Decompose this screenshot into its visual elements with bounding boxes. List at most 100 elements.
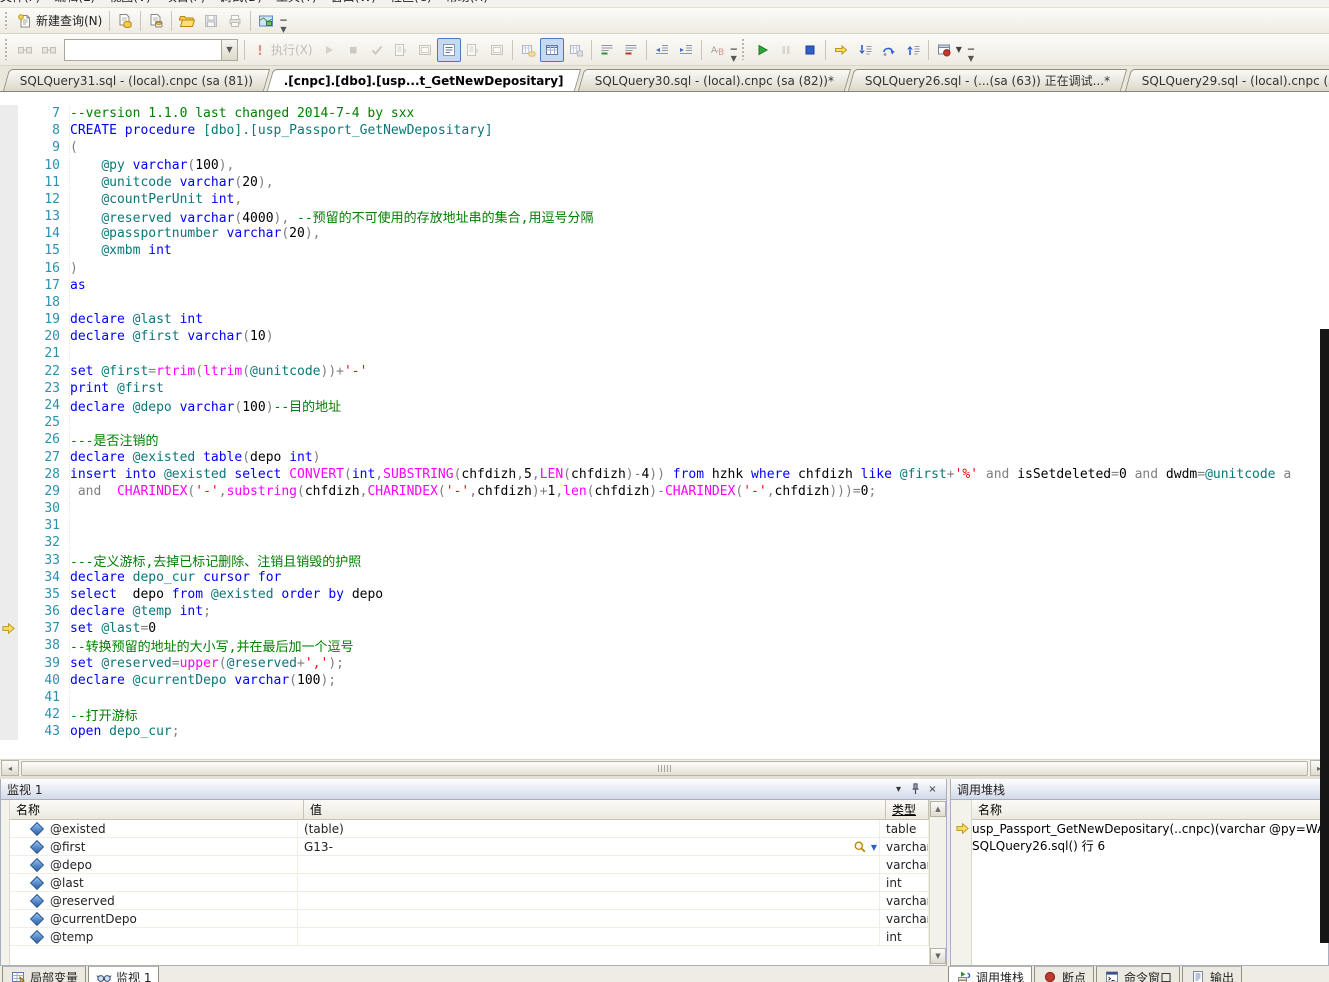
code-line[interactable]: 36declare @temp int; — [0, 603, 1329, 620]
menu-item[interactable]: 工具(T) — [276, 0, 317, 4]
code-line[interactable]: 27declare @existed table(depo int) — [0, 448, 1329, 465]
code-line[interactable]: 17as — [0, 277, 1329, 294]
code-line[interactable]: 18 — [0, 294, 1329, 311]
code-line[interactable]: 25 — [0, 414, 1329, 431]
watch-variable-name[interactable]: @temp — [10, 928, 298, 945]
panel-tab-输出[interactable]: 输出 — [1182, 966, 1242, 982]
watch-variable-value[interactable]: (table) — [298, 820, 880, 837]
watch-variable-value[interactable] — [298, 874, 880, 891]
document-tab[interactable]: SQLQuery26.sql - (...(sa (63)) 正在调试...* — [848, 69, 1128, 91]
indicator-margin[interactable] — [0, 380, 18, 397]
code-line[interactable]: 35select depo from @existed order by dep… — [0, 586, 1329, 603]
watch-variable-name[interactable]: @reserved — [10, 892, 298, 909]
indicator-margin[interactable] — [0, 363, 18, 380]
step-over-icon[interactable] — [877, 38, 901, 62]
code-line[interactable]: 20declare @first varchar(10) — [0, 328, 1329, 345]
code-line[interactable]: 29 and CHARINDEX('-',substring(chfdizh,C… — [0, 483, 1329, 500]
menu-item[interactable]: 帮助(H) — [446, 0, 488, 4]
increase-indent-icon[interactable] — [674, 38, 698, 62]
watch-col-name[interactable]: 名称 — [10, 800, 304, 819]
code-line[interactable]: 13 @reserved varchar(4000), --预留的不可使用的存放… — [0, 208, 1329, 225]
code-line[interactable]: 26---是否注销的 — [0, 431, 1329, 448]
new-analysis-query-icon[interactable] — [144, 9, 168, 33]
new-database-engine-query-icon[interactable] — [113, 9, 137, 33]
code-line[interactable]: 30 — [0, 500, 1329, 517]
watch-vscrollbar[interactable]: ▲ ▼ — [929, 800, 946, 965]
scroll-up-button[interactable]: ▲ — [930, 801, 946, 817]
activity-monitor-icon[interactable] — [254, 9, 278, 33]
code-line[interactable]: 42--打开游标 — [0, 706, 1329, 723]
indicator-margin[interactable] — [0, 551, 18, 568]
indicator-margin[interactable] — [0, 672, 18, 689]
code-line[interactable]: 31 — [0, 517, 1329, 534]
indicator-margin[interactable] — [0, 431, 18, 448]
indicator-margin[interactable] — [0, 500, 18, 517]
indicator-margin[interactable] — [0, 277, 18, 294]
code-line[interactable]: 12 @countPerUnit int, — [0, 191, 1329, 208]
indicator-margin[interactable] — [0, 294, 18, 311]
parse-icon[interactable] — [365, 38, 389, 62]
indicator-margin[interactable] — [0, 414, 18, 431]
watch-row[interactable]: @depovarchar — [10, 856, 929, 874]
indicator-margin[interactable] — [0, 105, 18, 122]
code-line[interactable]: 24declare @depo varchar(100)--目的地址 — [0, 397, 1329, 414]
watch-row[interactable]: @existed(table)table — [10, 820, 929, 838]
indicator-margin[interactable] — [0, 122, 18, 139]
callstack-frame-row[interactable]: usp_Passport_GetNewDepositary(..cnpc)(va… — [972, 820, 1328, 837]
code-line[interactable]: 16) — [0, 260, 1329, 277]
magnifier-icon[interactable] — [852, 839, 868, 855]
decrease-indent-icon[interactable] — [650, 38, 674, 62]
panel-tab-断点[interactable]: 断点 — [1034, 966, 1094, 982]
indicator-margin[interactable] — [0, 157, 18, 174]
indicator-margin[interactable] — [0, 225, 18, 242]
indicator-margin[interactable] — [0, 448, 18, 465]
indicator-margin[interactable] — [0, 483, 18, 500]
code-line[interactable]: 43open depo_cur; — [0, 723, 1329, 740]
editor-hscrollbar[interactable]: ◂ ▸ — [0, 759, 1329, 776]
document-tab[interactable]: SQLQuery29.sql - (local).cnpc (sa (80))* — [1124, 69, 1329, 91]
visualizer-dropdown-icon[interactable]: ▼ — [871, 843, 877, 852]
panel-tab-命令窗口[interactable]: 命令窗口 — [1096, 966, 1180, 982]
toolbar-grip[interactable] — [742, 39, 747, 61]
results-to-file-icon[interactable] — [564, 38, 588, 62]
indicator-margin[interactable] — [0, 534, 18, 551]
indicator-margin[interactable] — [0, 191, 18, 208]
toolbar-overflow-button[interactable]: ▔▼ — [278, 10, 288, 32]
watch-row[interactable]: @firstG13-▼varchar — [10, 838, 929, 856]
document-tab[interactable]: .[cnpc].[dbo].[usp...t_GetNewDepositary] — [267, 69, 581, 91]
menu-item[interactable]: 项目(P) — [165, 0, 206, 4]
indicator-margin[interactable] — [0, 689, 18, 706]
step-into-icon[interactable] — [853, 38, 877, 62]
document-tab[interactable]: SQLQuery31.sql - (local).cnpc (sa (81)) — [3, 69, 271, 91]
pin-icon[interactable] — [908, 782, 923, 797]
indicator-margin[interactable] — [0, 242, 18, 259]
code-line[interactable]: 11 @unitcode varchar(20), — [0, 174, 1329, 191]
code-line[interactable]: 10 @py varchar(100), — [0, 157, 1329, 174]
results-to-text-icon[interactable] — [516, 38, 540, 62]
watch-variable-name[interactable]: @existed — [10, 820, 298, 837]
watch-row[interactable]: @reservedvarchar — [10, 892, 929, 910]
breakpoints-window-icon[interactable]: ▼ — [932, 38, 966, 62]
include-actual-plan-icon[interactable] — [461, 38, 485, 62]
menu-item[interactable]: 编辑(E) — [54, 0, 95, 4]
step-out-icon[interactable] — [901, 38, 925, 62]
debug-icon[interactable] — [317, 38, 341, 62]
menu-item[interactable]: 视图(V) — [109, 0, 151, 4]
code-editor[interactable]: 7--version 1.1.0 last changed 2014-7-4 b… — [0, 92, 1329, 759]
close-icon[interactable]: × — [925, 782, 940, 797]
connect-icon[interactable] — [13, 38, 37, 62]
code-line[interactable]: 38--转换预留的地址的大小写,并在最后加一个逗号 — [0, 637, 1329, 654]
code-line[interactable]: 22set @first=rtrim(ltrim(@unitcode))+'-' — [0, 363, 1329, 380]
menu-item[interactable]: 窗口(W) — [331, 0, 376, 4]
show-next-statement-icon[interactable] — [829, 38, 853, 62]
code-line[interactable]: 14 @passportnumber varchar(20), — [0, 225, 1329, 242]
indicator-margin[interactable] — [0, 345, 18, 362]
code-line[interactable]: 34declare depo_cur cursor for — [0, 569, 1329, 586]
code-line[interactable]: 8CREATE procedure [dbo].[usp_Passport_Ge… — [0, 122, 1329, 139]
stop-debugging-icon[interactable] — [798, 38, 822, 62]
code-line[interactable]: 32 — [0, 534, 1329, 551]
break-all-icon[interactable] — [774, 38, 798, 62]
toolbar-grip[interactable] — [5, 39, 10, 61]
panel-tab-调用堆栈[interactable]: 调用堆栈 — [948, 966, 1032, 982]
watch-variable-value[interactable] — [298, 892, 880, 909]
